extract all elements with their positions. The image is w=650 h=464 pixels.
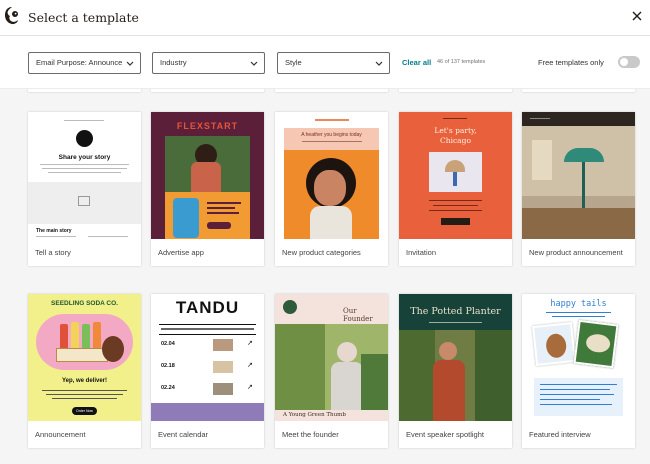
thumb-brand: TANDU	[175, 298, 240, 317]
pet-photo	[532, 322, 576, 366]
quote-block	[534, 378, 623, 416]
template-thumbnail: SEEDLING SODA CO. Yep, we deliver! Order…	[28, 294, 141, 421]
speaker-photo	[399, 330, 512, 421]
thumb-button: Order Now	[72, 407, 97, 415]
lamp-photo	[429, 152, 482, 192]
template-label: Tell a story	[35, 248, 71, 257]
mailchimp-logo-icon	[5, 7, 18, 25]
image-placeholder	[28, 182, 141, 224]
modal-title: Select a template	[28, 10, 139, 25]
arrow-icon: ↗	[247, 384, 253, 391]
template-label: New product categories	[282, 248, 361, 257]
product-photo	[36, 314, 133, 370]
template-thumbnail: TANDU 02.04 ↗ 02.18 ↗ 02.24 ↗	[151, 294, 264, 421]
thumb-section: The main story	[36, 228, 72, 234]
event-date-3: 02.24	[161, 385, 175, 391]
industry-select[interactable]: Industry	[152, 52, 265, 74]
event-photo	[213, 383, 233, 395]
product-photo	[522, 126, 635, 239]
thumb-brand: SEEDLING SODA CO.	[51, 300, 118, 307]
style-select[interactable]: Style	[277, 52, 390, 74]
thumb-headline-1: Let's party,	[434, 126, 477, 135]
image-icon	[78, 196, 90, 206]
brand-logo-icon	[283, 300, 297, 314]
template-thumbnail: Share your story The main story	[28, 112, 141, 239]
previous-row-card	[275, 89, 388, 92]
free-templates-label: Free templates only	[538, 58, 604, 67]
event-photo	[213, 339, 233, 351]
arrow-icon: ↗	[247, 362, 253, 369]
template-card-new-product-announcement[interactable]: New product announcement	[522, 112, 635, 266]
arrow-icon: ↗	[247, 340, 253, 347]
template-thumbnail: happy tails	[522, 294, 635, 421]
thumb-brand: FLEXSTART	[176, 121, 239, 131]
template-label: Advertise app	[158, 248, 204, 257]
template-thumbnail: Let's party, Chicago	[399, 112, 512, 239]
template-card-advertise-app[interactable]: FLEXSTART Advertise app	[151, 112, 264, 266]
rsvp-button-preview	[441, 218, 470, 225]
template-card-invitation[interactable]: Let's party, Chicago Invitation	[399, 112, 512, 266]
clear-all-link[interactable]: Clear all	[402, 58, 431, 67]
previous-row-card	[399, 89, 512, 92]
pet-photo	[573, 319, 619, 369]
filter-bar: Email Purpose: Announce Industry Style C…	[0, 37, 650, 89]
chevron-down-icon	[375, 61, 383, 66]
template-card-event-calendar[interactable]: TANDU 02.04 ↗ 02.18 ↗ 02.24 ↗ Event cale…	[151, 294, 264, 448]
thumb-heading: Share your story	[58, 154, 111, 161]
free-templates-toggle[interactable]	[618, 56, 640, 68]
style-value: Style	[285, 58, 302, 67]
template-card-event-speaker-spotlight[interactable]: The Potted Planter Event speaker spotlig…	[399, 294, 512, 448]
portrait-photo	[284, 150, 379, 239]
template-thumbnail	[522, 112, 635, 239]
template-label: New product announcement	[529, 248, 623, 257]
template-label: Invitation	[406, 248, 437, 257]
template-label: Featured interview	[529, 430, 591, 439]
thumb-headline: happy tails	[550, 299, 607, 309]
modal-header: Select a template	[0, 0, 650, 36]
app-promo-block	[165, 192, 250, 239]
previous-row-card	[522, 89, 635, 92]
event-date-2: 02.18	[161, 363, 175, 369]
hero-photo	[165, 136, 250, 192]
footer-band	[151, 403, 264, 421]
industry-value: Industry	[160, 58, 187, 67]
thumb-headline: Our Founder	[343, 307, 373, 323]
founder-photo	[275, 324, 388, 410]
thumb-headline: The Potted Planter	[410, 306, 501, 317]
chevron-down-icon	[126, 61, 134, 66]
template-card-featured-interview[interactable]: happy tails Featured interview	[522, 294, 635, 448]
brand-logo-icon	[76, 130, 93, 147]
template-label: Meet the founder	[282, 430, 339, 439]
template-card-new-product-categories[interactable]: A heather you begins today New product c…	[275, 112, 388, 266]
template-card-meet-the-founder[interactable]: Our Founder A Young Green Thumb Meet the…	[275, 294, 388, 448]
template-label: Event speaker spotlight	[406, 430, 484, 439]
thumb-headline: A heather you begins today	[301, 132, 362, 138]
template-thumbnail: Our Founder A Young Green Thumb	[275, 294, 388, 421]
template-card-announcement[interactable]: SEEDLING SODA CO. Yep, we deliver! Order…	[28, 294, 141, 448]
template-grid: Share your story The main story Tell a s…	[0, 89, 650, 464]
template-thumbnail: FLEXSTART	[151, 112, 264, 239]
template-count: 46 of 137 templates	[437, 59, 486, 65]
event-photo	[213, 361, 233, 373]
hero-block: A heather you begins today	[284, 128, 379, 239]
template-card-tell-a-story[interactable]: Share your story The main story Tell a s…	[28, 112, 141, 266]
template-thumbnail: The Potted Planter	[399, 294, 512, 421]
event-date-1: 02.04	[161, 341, 175, 347]
chevron-down-icon	[250, 61, 258, 66]
template-label: Event calendar	[158, 430, 209, 439]
close-icon[interactable]	[630, 9, 644, 23]
email-purpose-select[interactable]: Email Purpose: Announce	[28, 52, 141, 74]
toggle-knob	[620, 58, 628, 66]
thumb-caption: A Young Green Thumb	[283, 412, 346, 418]
thumb-headline: Yep, we deliver!	[61, 378, 108, 384]
email-purpose-value: Email Purpose: Announce	[36, 58, 123, 67]
previous-row-card	[151, 89, 264, 92]
template-thumbnail: A heather you begins today	[275, 112, 388, 239]
thumb-headline-2: Chicago	[440, 136, 471, 145]
previous-row-card	[28, 89, 141, 92]
template-label: Announcement	[35, 430, 86, 439]
